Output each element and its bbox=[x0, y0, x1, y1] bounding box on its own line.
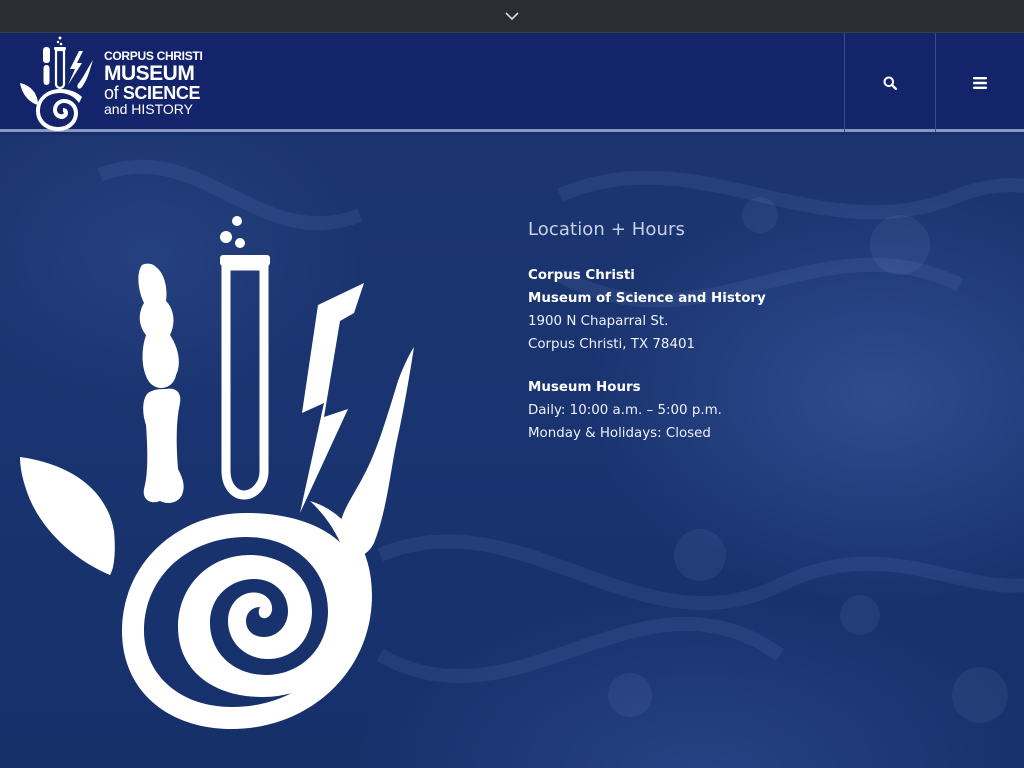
museum-logo[interactable]: CORPUS CHRISTI MUSEUM of SCIENCE and HIS… bbox=[18, 33, 203, 132]
museum-name-line-2: Museum of Science and History bbox=[528, 291, 766, 306]
hours-closed: Monday & Holidays: Closed bbox=[528, 426, 711, 441]
site-header: CORPUS CHRISTI MUSEUM of SCIENCE and HIS… bbox=[0, 33, 1024, 132]
museum-hand-logo-icon bbox=[20, 36, 93, 131]
menu-button[interactable] bbox=[935, 33, 1024, 132]
search-icon bbox=[883, 76, 897, 90]
hero-section: Location + Hours Corpus Christi Museum o… bbox=[0, 135, 1024, 768]
museum-logo-text: CORPUS CHRISTI MUSEUM of SCIENCE and HIS… bbox=[104, 48, 203, 117]
logo-of: of bbox=[104, 82, 119, 103]
logo-science: SCIENCE bbox=[122, 82, 201, 103]
top-utility-bar bbox=[0, 0, 1024, 33]
hours-daily: Daily: 10:00 a.m. – 5:00 p.m. bbox=[528, 403, 722, 418]
location-hours-heading: Location + Hours bbox=[528, 219, 685, 240]
hours-heading: Museum Hours bbox=[528, 380, 641, 395]
logo-line-1: CORPUS CHRISTI bbox=[104, 48, 203, 63]
museum-name-line-1: Corpus Christi bbox=[528, 268, 635, 283]
address-block: Corpus Christi Museum of Science and His… bbox=[528, 264, 928, 356]
museum-hand-illustration-icon bbox=[20, 216, 414, 729]
logo-line-4: and HISTORY bbox=[104, 100, 193, 117]
logo-line-3: of SCIENCE bbox=[104, 84, 202, 102]
hours-block: Museum Hours Daily: 10:00 a.m. – 5:00 p.… bbox=[528, 376, 928, 445]
address-line-2: Corpus Christi, TX 78401 bbox=[528, 337, 695, 352]
hamburger-menu-icon bbox=[973, 76, 987, 89]
location-hours-panel: Location + Hours Corpus Christi Museum o… bbox=[528, 219, 928, 445]
logo-line-2: MUSEUM bbox=[104, 61, 195, 85]
address-line-1: 1900 N Chaparral St. bbox=[528, 314, 669, 329]
chevron-down-icon[interactable] bbox=[505, 10, 519, 22]
search-button[interactable] bbox=[844, 33, 934, 132]
